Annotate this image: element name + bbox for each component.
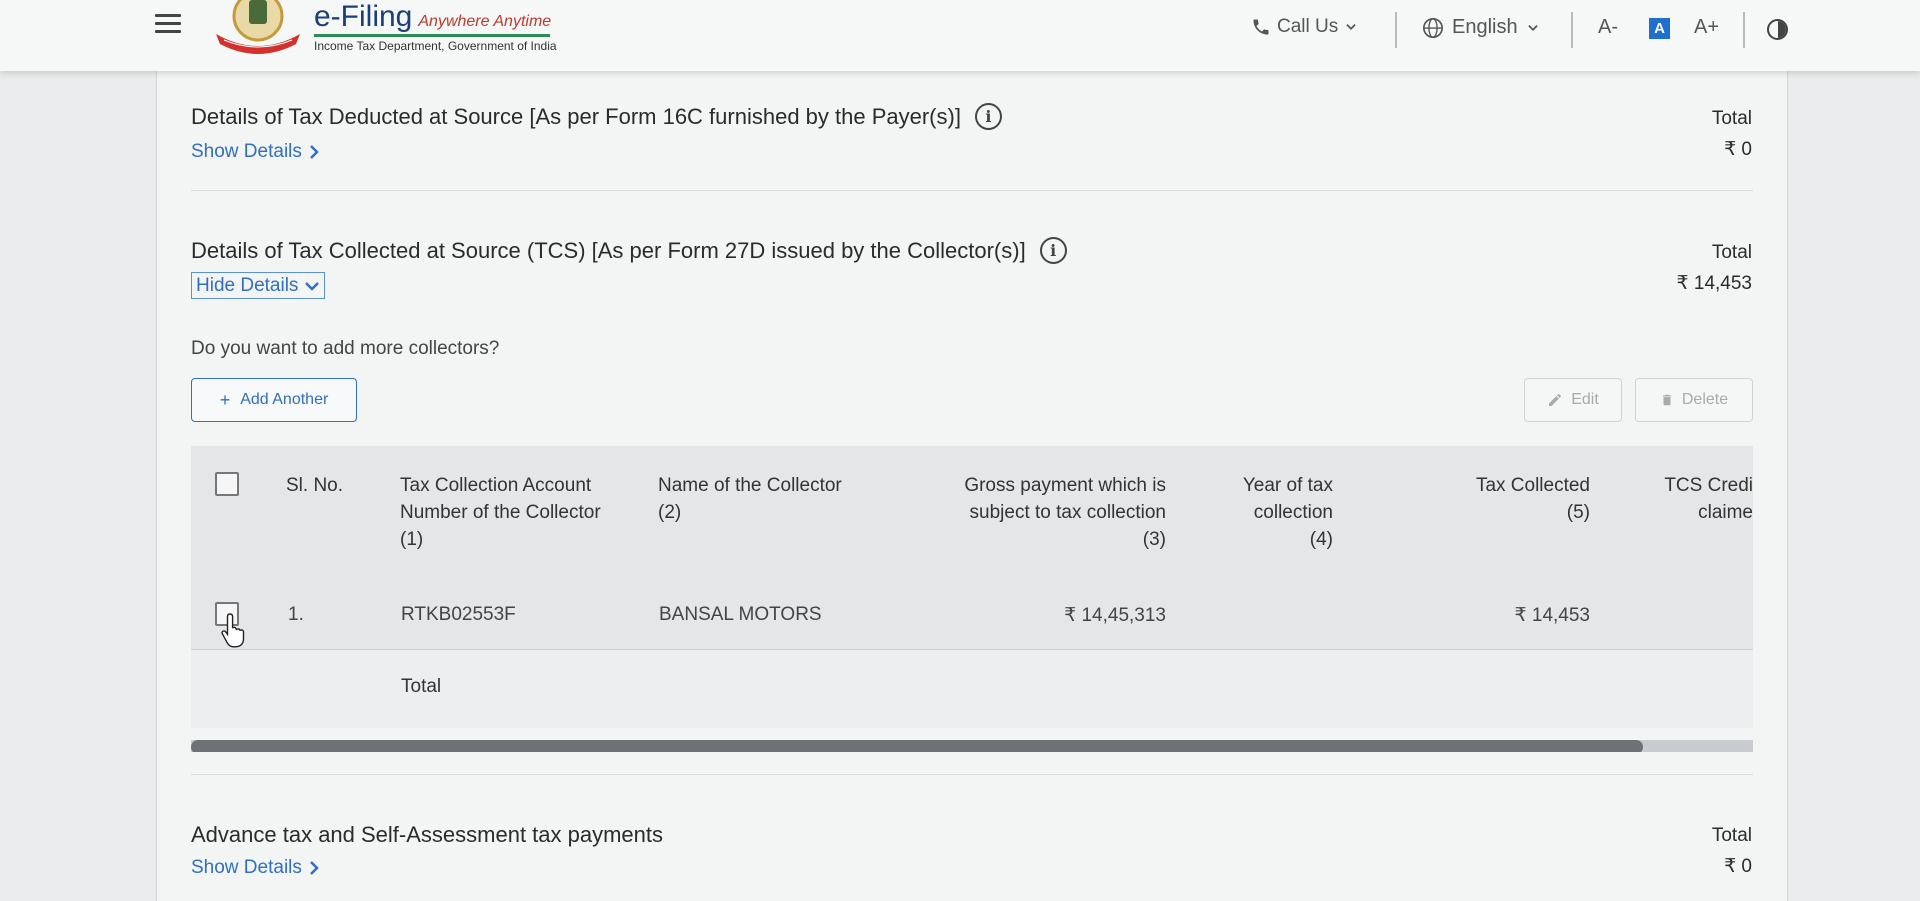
header-line: (4): [1309, 529, 1333, 550]
tcs-hide-details-label: Hide Details: [196, 274, 299, 296]
trash-icon: [1662, 394, 1671, 406]
horizontal-scrollbar[interactable]: [191, 740, 1753, 752]
chevron-right-icon: [310, 145, 319, 159]
section-divider: [191, 190, 1753, 191]
header-divider: [1743, 12, 1745, 48]
row-collector-name: BANSAL MOTORS: [659, 604, 822, 625]
delete-button[interactable]: Delete: [1635, 378, 1753, 422]
tds-total-label: Total: [1711, 108, 1752, 129]
advance-title-text: Advance tax and Self-Assessment tax paym…: [191, 822, 664, 847]
tds-title-text: Details of Tax Deducted at Source [As pe…: [191, 103, 961, 129]
header-line: Tax Collected: [1475, 475, 1590, 496]
header-line: collection: [1253, 502, 1333, 523]
chevron-down-icon: [1527, 24, 1538, 31]
column-header-tan: Tax Collection Account Number of the Col…: [400, 472, 601, 553]
call-us-label: Call Us: [1277, 16, 1339, 37]
advance-show-details-link[interactable]: Show Details: [191, 857, 320, 879]
brand-tagline: Anywhere Anytime: [418, 13, 552, 30]
header-line: Year of tax: [1242, 475, 1333, 496]
column-header-tcs-credit: TCS Credi claime: [1660, 472, 1753, 526]
pencil-icon: [1549, 394, 1562, 406]
globe-icon: [1423, 17, 1443, 38]
edit-button[interactable]: Edit: [1524, 378, 1622, 422]
language-dropdown[interactable]: English: [1422, 16, 1540, 39]
advance-total-label: Total: [1711, 825, 1752, 846]
header-line: (3): [1142, 529, 1166, 550]
chevron-down-icon: [1346, 24, 1356, 30]
advance-total-value: ₹ 0: [1724, 856, 1752, 877]
font-increase-button[interactable]: A+: [1694, 16, 1719, 39]
table-total-row: Total: [191, 650, 1753, 728]
total-row-label: Total: [401, 676, 442, 697]
font-normal-button[interactable]: A: [1649, 18, 1670, 39]
info-icon[interactable]: i: [1039, 237, 1067, 264]
info-icon[interactable]: i: [974, 103, 1002, 130]
hand-cursor-icon: [221, 613, 245, 648]
row-tax-collected: ₹ 14,453: [1514, 605, 1590, 626]
brand-divider: [314, 34, 550, 37]
row-gross-payment: ₹ 14,45,313: [1064, 605, 1166, 626]
govt-emblem-logo: [216, 0, 300, 54]
header-line: Tax Collection Account: [400, 475, 592, 496]
header-line: TCS Credi: [1664, 475, 1753, 496]
scrollbar-thumb[interactable]: [191, 740, 1643, 752]
chevron-right-icon: [310, 861, 319, 875]
header-line: Gross payment which is: [964, 475, 1166, 496]
tcs-title-text: Details of Tax Collected at Source (TCS)…: [191, 237, 1026, 263]
header-line: subject to tax collection: [969, 502, 1166, 523]
font-decrease-button[interactable]: A-: [1598, 16, 1618, 39]
tcs-total-value: ₹ 14,453: [1676, 273, 1752, 294]
language-label: English: [1452, 16, 1518, 38]
delete-label: Delete: [1681, 391, 1729, 408]
header-line: Name of the Collector: [658, 475, 842, 496]
column-header-collector-name: Name of the Collector (2): [658, 472, 842, 526]
tcs-hide-details-button[interactable]: Hide Details: [191, 272, 326, 299]
header-line: claime: [1698, 502, 1753, 523]
row-tan: RTKB02553F: [401, 604, 516, 625]
column-header-gross-payment: Gross payment which is subject to tax co…: [964, 472, 1166, 553]
table-row[interactable]: 1. RTKB02553F BANSAL MOTORS ₹ 14,45,313 …: [191, 578, 1753, 650]
section-divider: [191, 774, 1753, 775]
tds-show-details-link[interactable]: Show Details: [191, 141, 320, 163]
header-line: (2): [658, 502, 682, 523]
select-all-checkbox[interactable]: [215, 472, 239, 496]
advance-show-details-label: Show Details: [191, 857, 302, 878]
chevron-down-icon: [305, 281, 320, 291]
brand-block[interactable]: e-Filing Anywhere Anytime Income Tax Depa…: [314, 0, 557, 53]
header-line: (1): [400, 529, 424, 550]
tax-details-card: Details of Tax Deducted at Source [As pe…: [156, 60, 1788, 901]
tds-show-details-label: Show Details: [191, 141, 302, 162]
tds-total-value: ₹ 0: [1724, 139, 1752, 160]
phone-icon: [1253, 19, 1269, 35]
plus-icon: +: [219, 389, 231, 410]
add-collectors-question: Do you want to add more collectors?: [191, 338, 500, 359]
header-line: (5): [1566, 502, 1590, 523]
brand-title: e-Filing Anywhere Anytime: [314, 0, 552, 33]
table-header-row: Sl. No. Tax Collection Account Number of…: [191, 446, 1753, 578]
column-header-sl-no: Sl. No.: [286, 472, 343, 499]
tds-section-title: Details of Tax Deducted at Source [As pe…: [191, 103, 1002, 130]
add-another-label: Add Another: [240, 391, 329, 408]
collectors-table: Sl. No. Tax Collection Account Number of…: [191, 446, 1753, 752]
tcs-total-label: Total: [1711, 242, 1752, 263]
edit-label: Edit: [1571, 391, 1599, 408]
top-header: e-Filing Anywhere Anytime Income Tax Depa…: [0, 0, 1920, 71]
tcs-section-title: Details of Tax Collected at Source (TCS)…: [191, 237, 1067, 264]
menu-icon[interactable]: [155, 14, 181, 36]
add-another-button[interactable]: + Add Another: [191, 378, 357, 422]
header-line: Sl. No.: [286, 475, 344, 496]
brand-subtitle: Income Tax Department, Government of Ind…: [314, 39, 557, 53]
row-sl-no: 1.: [288, 604, 304, 625]
header-line: Number of the Collector: [400, 502, 601, 523]
column-header-year: Year of tax collection (4): [1243, 472, 1333, 553]
contrast-toggle-icon[interactable]: [1767, 19, 1788, 40]
column-header-tax-collected: Tax Collected (5): [1476, 472, 1590, 526]
call-us-dropdown[interactable]: Call Us: [1251, 16, 1358, 38]
advance-tax-section-title: Advance tax and Self-Assessment tax paym…: [191, 822, 663, 848]
header-divider: [1395, 12, 1397, 48]
header-divider: [1571, 12, 1573, 48]
